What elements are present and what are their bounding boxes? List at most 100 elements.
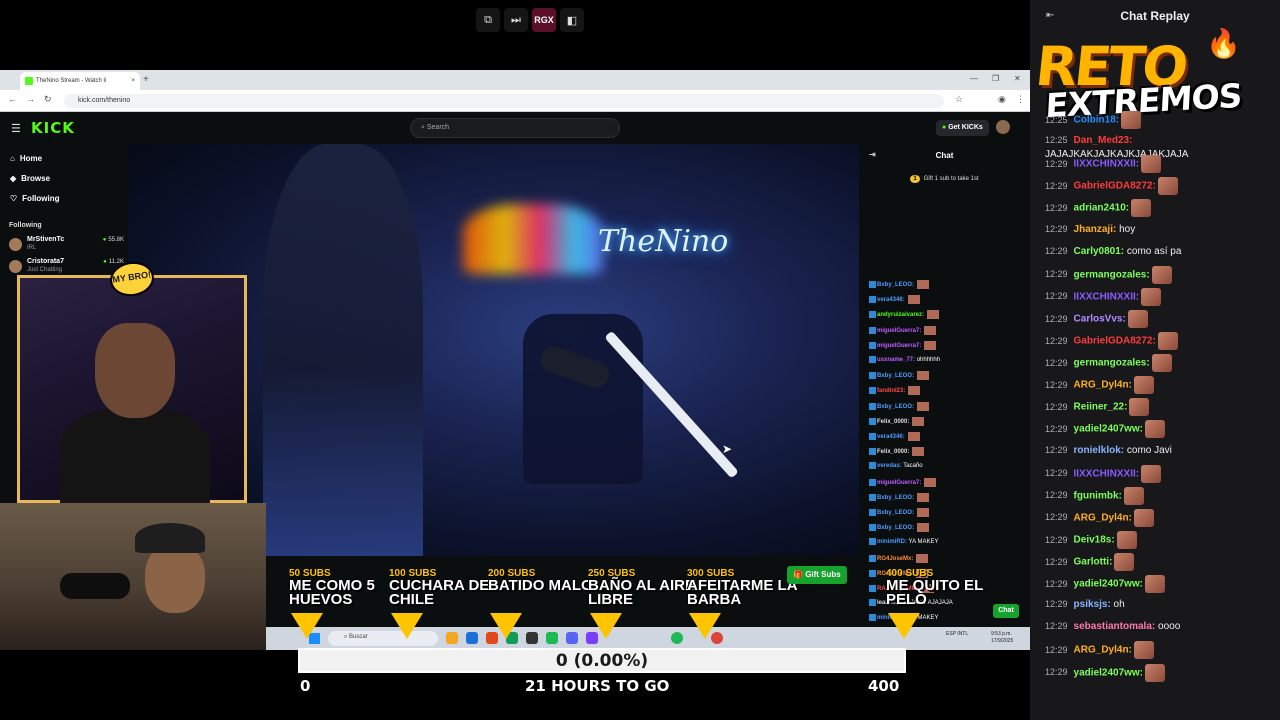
user-avatar[interactable] bbox=[996, 120, 1010, 134]
taskbar-search-placeholder: Buscar bbox=[349, 634, 368, 640]
get-kicks-button[interactable]: ● Get KICKs bbox=[936, 120, 989, 136]
replay-message: 12:29 ronielklok: como Javi bbox=[1045, 443, 1277, 458]
message-username[interactable]: psiksjs: bbox=[1074, 599, 1111, 610]
browser-tab[interactable]: TheNino Stream - Watch li × bbox=[20, 72, 140, 90]
app-icon[interactable] bbox=[466, 632, 478, 644]
reload-icon[interactable]: ↻ bbox=[44, 94, 52, 105]
chat-username[interactable]: Bxby_LEOO: bbox=[877, 404, 914, 410]
followed-channel[interactable]: MrStivenTc IRL 55.8K bbox=[9, 236, 124, 258]
minimize-icon[interactable]: — bbox=[970, 74, 978, 83]
chat-username[interactable]: Bxby_LEOO: bbox=[877, 373, 914, 379]
message-username[interactable]: adrian2410: bbox=[1074, 203, 1130, 214]
discord-icon[interactable] bbox=[566, 632, 578, 644]
chat-username[interactable]: RG4JoseMx: bbox=[877, 556, 913, 562]
message-username[interactable]: ronielklok: bbox=[1074, 445, 1125, 456]
chat-username[interactable]: miguelGuerra7: bbox=[877, 328, 921, 334]
message-username[interactable]: Garlotti: bbox=[1074, 557, 1113, 568]
chat-username[interactable]: vera4346: bbox=[877, 297, 905, 303]
chat-username[interactable]: usxname_77: bbox=[877, 357, 915, 363]
language-indicator[interactable]: ESP INTL bbox=[946, 631, 968, 638]
spotify-icon[interactable] bbox=[546, 632, 558, 644]
chat-message: Bxby_LEOO: bbox=[869, 280, 930, 292]
replay-message: 12:29 Jhanzaji: hoy bbox=[1045, 222, 1277, 237]
chat-message: RG4JoseMx: bbox=[869, 553, 929, 566]
message-username[interactable]: sebastiantomala: bbox=[1074, 621, 1156, 632]
message-username[interactable]: ARG_Dyl4n: bbox=[1074, 380, 1132, 391]
sub-gift-leaderboard[interactable]: 1 Gift 1 sub to take 1st bbox=[859, 172, 1030, 190]
profile-icon[interactable]: ◉ bbox=[998, 94, 1006, 105]
emote-icon bbox=[927, 310, 940, 320]
sidebar-item-home[interactable]: ⌂ Home bbox=[10, 154, 42, 163]
message-username[interactable]: IIXXCHINXXII: bbox=[1074, 291, 1140, 302]
badge-icon bbox=[869, 402, 876, 410]
message-username[interactable]: yadiel2407ww: bbox=[1074, 667, 1143, 678]
message-username[interactable]: GabrielGDA8272: bbox=[1074, 181, 1156, 192]
chat-username[interactable]: fandinI23: bbox=[877, 388, 905, 394]
url-field[interactable]: kick.com/thenino bbox=[64, 94, 944, 108]
chat-username[interactable]: Felix_0000: bbox=[877, 449, 909, 455]
message-username[interactable]: Jhanzaji: bbox=[1074, 224, 1117, 235]
sidebar-item-following[interactable]: ♡ Following bbox=[10, 194, 60, 203]
back-icon[interactable]: ← bbox=[8, 94, 17, 104]
message-username[interactable]: GabrielGDA8272: bbox=[1074, 336, 1156, 347]
message-username[interactable]: CarlosVvs: bbox=[1074, 314, 1126, 325]
collapse-chat-icon[interactable]: ⇥ bbox=[869, 150, 876, 159]
chat-username[interactable]: Bxby_LEOO: bbox=[877, 495, 914, 501]
chat-username[interactable]: minimiRD: bbox=[877, 539, 907, 545]
search-input[interactable]: ⌕ Search bbox=[410, 118, 620, 138]
maximize-icon[interactable]: ❐ bbox=[992, 74, 999, 83]
new-tab-icon[interactable]: + bbox=[143, 74, 149, 85]
close-window-icon[interactable]: ✕ bbox=[1014, 74, 1021, 83]
gift-subs-button[interactable]: 🎁 Gift Subs bbox=[787, 566, 847, 584]
bookmark-star-icon[interactable]: ☆ bbox=[955, 94, 963, 105]
message-username[interactable]: yadiel2407ww: bbox=[1074, 424, 1143, 435]
sidebar-item-browse[interactable]: ◈ Browse bbox=[10, 174, 50, 183]
message-username[interactable]: Colbin18: bbox=[1074, 115, 1120, 126]
goal-marker-icon bbox=[689, 613, 721, 639]
clock[interactable]: 9:53 p.m. 17/9/2025 bbox=[991, 631, 1013, 645]
chat-username[interactable]: andyruizaivarez: bbox=[877, 312, 924, 318]
message-username[interactable]: IIXXCHINXXII: bbox=[1074, 468, 1140, 479]
chat-username[interactable]: vera4346: bbox=[877, 434, 905, 440]
chat-username[interactable]: Bxby_LEOO: bbox=[877, 525, 914, 531]
goal-marker-icon bbox=[590, 613, 622, 639]
kick-logo[interactable]: KICK bbox=[31, 119, 75, 137]
message-time: 12:29 bbox=[1045, 512, 1068, 523]
spotify-icon[interactable] bbox=[671, 632, 683, 644]
theater-mode-icon[interactable]: ◧ bbox=[560, 8, 584, 32]
message-time: 12:29 bbox=[1045, 158, 1068, 169]
message-username[interactable]: Carly0801: bbox=[1074, 246, 1125, 257]
rgx-button[interactable]: RGX bbox=[532, 8, 556, 32]
chat-username[interactable]: veredas: bbox=[877, 463, 902, 469]
replay-message: 12:29 sebastiantomala: oooo bbox=[1045, 619, 1277, 634]
chat-send-button[interactable]: Chat bbox=[993, 604, 1019, 618]
popout-icon[interactable]: ⧉ bbox=[476, 8, 500, 32]
emote-icon bbox=[1141, 464, 1162, 483]
message-username[interactable]: Deiv18s: bbox=[1074, 535, 1115, 546]
progress-end: 400 bbox=[868, 677, 900, 695]
menu-icon[interactable]: ☰ bbox=[11, 122, 21, 135]
browser-menu-icon[interactable]: ⋮ bbox=[1016, 94, 1025, 105]
message-username[interactable]: Dan_Med23: bbox=[1074, 135, 1133, 146]
chat-username[interactable]: miguelGuerra7: bbox=[877, 343, 921, 349]
message-username[interactable]: germangozales: bbox=[1074, 358, 1150, 369]
chat-username[interactable]: Bxby_LEOO: bbox=[877, 282, 914, 288]
folder-icon[interactable] bbox=[446, 632, 458, 644]
message-username[interactable]: Reiiner_22: bbox=[1074, 402, 1128, 413]
message-username[interactable]: IIXXCHINXXII: bbox=[1074, 159, 1140, 170]
neon-sign: TheNino bbox=[598, 224, 729, 259]
close-tab-icon[interactable]: × bbox=[131, 78, 135, 84]
skip-forward-icon[interactable]: ⏭ bbox=[504, 8, 528, 32]
chat-username[interactable]: Bxby_LEOO: bbox=[877, 510, 914, 516]
message-username[interactable]: ARG_Dyl4n: bbox=[1074, 512, 1132, 523]
chat-username[interactable]: Felix_0000: bbox=[877, 419, 909, 425]
message-username[interactable]: germangozales: bbox=[1074, 269, 1150, 280]
chat-message: vera4346: bbox=[869, 432, 920, 444]
terminal-icon[interactable] bbox=[526, 632, 538, 644]
message-username[interactable]: ARG_Dyl4n: bbox=[1074, 645, 1132, 656]
forward-icon[interactable]: → bbox=[26, 94, 35, 104]
message-username[interactable]: yadiel2407ww: bbox=[1074, 579, 1143, 590]
message-username[interactable]: fgunimbk: bbox=[1074, 490, 1122, 501]
chat-username[interactable]: miguelGuerra7: bbox=[877, 480, 921, 486]
guest-body bbox=[60, 408, 210, 503]
